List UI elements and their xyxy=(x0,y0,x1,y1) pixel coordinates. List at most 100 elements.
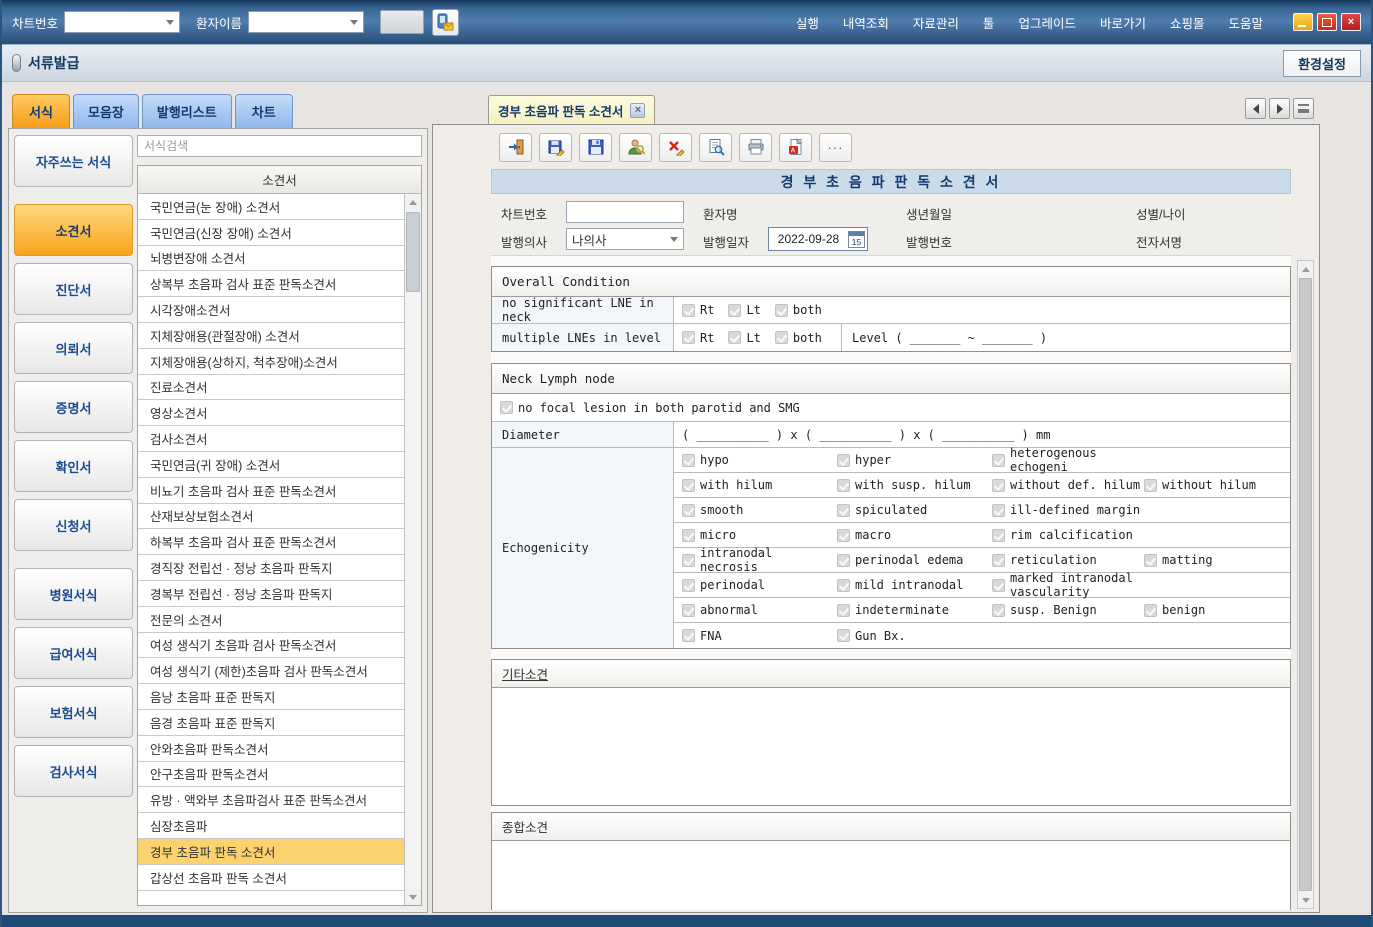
list-item[interactable]: 국민연금(신장 장애) 소견서 xyxy=(138,220,404,246)
tab-차트[interactable]: 차트 xyxy=(235,94,293,128)
form-scrollbar[interactable] xyxy=(1297,260,1314,909)
checkbox-item[interactable]: matting xyxy=(1144,553,1213,567)
checkbox-item[interactable]: micro xyxy=(682,528,837,542)
list-scrollbar[interactable] xyxy=(404,194,421,905)
checkbox-icon[interactable] xyxy=(992,479,1005,492)
category-button[interactable]: 진단서 xyxy=(14,263,133,315)
menu-item[interactable]: 자료관리 xyxy=(913,13,959,32)
checkbox-icon[interactable] xyxy=(728,304,741,317)
list-item[interactable]: 진료소견서 xyxy=(138,375,404,401)
category-button[interactable]: 보험서식 xyxy=(14,686,133,738)
checkbox-icon[interactable] xyxy=(992,504,1005,517)
checkbox-icon[interactable] xyxy=(775,331,788,344)
menu-item[interactable]: 내역조회 xyxy=(843,13,889,32)
chart-no-input[interactable] xyxy=(566,201,684,223)
checkbox-icon[interactable] xyxy=(992,529,1005,542)
list-item[interactable]: 음낭 초음파 표준 판독지 xyxy=(138,684,404,710)
checkbox-item[interactable]: mild intranodal xyxy=(837,578,992,592)
checkbox-icon[interactable] xyxy=(992,554,1005,567)
doctor-combobox[interactable]: 나의사 xyxy=(566,228,684,250)
form-search-input[interactable] xyxy=(137,135,422,157)
checkbox-icon[interactable] xyxy=(500,401,513,414)
preview-button[interactable] xyxy=(699,133,732,162)
tab-발행리스트[interactable]: 발행리스트 xyxy=(142,94,232,128)
checkbox-icon[interactable] xyxy=(837,454,850,467)
checkbox-item[interactable]: Lt xyxy=(728,303,760,317)
category-button[interactable]: 급여서식 xyxy=(14,627,133,679)
tab-모음장[interactable]: 모음장 xyxy=(73,94,139,128)
list-item[interactable]: 안와초음파 판독소견서 xyxy=(138,736,404,762)
checkbox-item[interactable]: perinodal xyxy=(682,578,837,592)
list-item[interactable]: 지체장애용(관절장애) 소견서 xyxy=(138,323,404,349)
checkbox-item[interactable]: without hilum xyxy=(1144,478,1256,492)
checkbox-item[interactable]: FNA xyxy=(682,629,837,643)
checkbox-item[interactable]: Rt xyxy=(682,303,714,317)
calendar-icon[interactable]: 15 xyxy=(848,231,865,248)
list-item[interactable]: 갑상선 초음파 판독 소견서 xyxy=(138,865,404,891)
list-item[interactable]: 경복부 전립선 · 정낭 초음파 판독지 xyxy=(138,581,404,607)
summary-textarea[interactable] xyxy=(492,841,1290,910)
checkbox-icon[interactable] xyxy=(682,454,695,467)
checkbox-item[interactable]: heterogenous echogeni xyxy=(992,446,1144,474)
checkbox-item[interactable]: reticulation xyxy=(992,553,1144,567)
checkbox-icon[interactable] xyxy=(1144,479,1157,492)
other-findings-textarea[interactable] xyxy=(492,688,1290,805)
list-item[interactable]: 지체장애용(상하지, 척추장애)소견서 xyxy=(138,349,404,375)
list-item[interactable]: 전문의 소견서 xyxy=(138,607,404,633)
category-button[interactable]: 확인서 xyxy=(14,440,133,492)
diameter-value[interactable]: ( __________ ) x ( __________ ) x ( ____… xyxy=(674,422,1290,447)
sms-button[interactable] xyxy=(432,9,459,36)
menu-item[interactable]: 실행 xyxy=(796,13,819,32)
checkbox-item[interactable]: benign xyxy=(1144,603,1205,617)
scrollbar-thumb[interactable] xyxy=(1299,278,1312,891)
checkbox-item[interactable]: with hilum xyxy=(682,478,837,492)
checkbox-item[interactable]: intranodal necrosis xyxy=(682,546,837,574)
checkbox-item[interactable]: macro xyxy=(837,528,992,542)
tab-close-icon[interactable]: × xyxy=(630,103,645,118)
menu-item[interactable]: 도움말 xyxy=(1228,13,1263,32)
checkbox-item[interactable]: Rt xyxy=(682,331,714,345)
list-item[interactable]: 국민연금(눈 장애) 소견서 xyxy=(138,194,404,220)
checkbox-icon[interactable] xyxy=(682,331,695,344)
checkbox-item[interactable]: rim calcification xyxy=(992,528,1144,542)
checkbox-icon[interactable] xyxy=(682,479,695,492)
tab-list-button[interactable] xyxy=(1293,98,1314,119)
checkbox-icon[interactable] xyxy=(775,304,788,317)
tab-서식[interactable]: 서식 xyxy=(12,94,70,128)
checkbox-item[interactable]: abnormal xyxy=(682,603,837,617)
checkbox-icon[interactable] xyxy=(837,529,850,542)
category-button[interactable]: 의뢰서 xyxy=(14,322,133,374)
minimize-button[interactable] xyxy=(1293,13,1313,31)
patient-search-button[interactable] xyxy=(619,133,652,162)
scroll-down-button[interactable] xyxy=(1298,892,1313,908)
document-tab[interactable]: 경부 초음파 판독 소견서 × xyxy=(488,95,655,124)
checkbox-icon[interactable] xyxy=(682,504,695,517)
scroll-up-button[interactable] xyxy=(1298,261,1313,277)
delete-button[interactable] xyxy=(659,133,692,162)
checkbox-item[interactable]: spiculated xyxy=(837,503,992,517)
list-item[interactable]: 산재보상보험소견서 xyxy=(138,504,404,530)
checkbox-item[interactable]: both xyxy=(775,303,822,317)
checkbox-icon[interactable] xyxy=(837,479,850,492)
list-item[interactable]: 심장초음파 xyxy=(138,813,404,839)
checkbox-item[interactable]: marked intranodal vascularity xyxy=(992,571,1144,599)
checkbox-icon[interactable] xyxy=(837,504,850,517)
checkbox-icon[interactable] xyxy=(728,331,741,344)
checkbox-icon[interactable] xyxy=(992,454,1005,467)
checkbox-icon[interactable] xyxy=(992,604,1005,617)
tab-prev-button[interactable] xyxy=(1245,98,1266,119)
checkbox-item[interactable]: hyper xyxy=(837,453,992,467)
checkbox-icon[interactable] xyxy=(682,629,695,642)
list-item[interactable]: 안구초음파 판독소견서 xyxy=(138,762,404,788)
scroll-down-button[interactable] xyxy=(405,889,421,905)
checkbox-icon[interactable] xyxy=(682,304,695,317)
topbar-disabled-button[interactable] xyxy=(380,10,424,34)
list-item[interactable]: 음경 초음파 표준 판독지 xyxy=(138,710,404,736)
list-item[interactable]: 여성 생식기 초음파 검사 판독소견서 xyxy=(138,633,404,659)
checkbox-item[interactable]: indeterminate xyxy=(837,603,992,617)
category-button[interactable]: 자주쓰는 서식 xyxy=(14,135,133,187)
checkbox-item[interactable]: Lt xyxy=(728,331,760,345)
checkbox-icon[interactable] xyxy=(837,629,850,642)
checkbox-item[interactable]: no focal lesion in both parotid and SMG xyxy=(500,401,800,415)
list-item[interactable]: 국민연금(귀 장애) 소견서 xyxy=(138,452,404,478)
